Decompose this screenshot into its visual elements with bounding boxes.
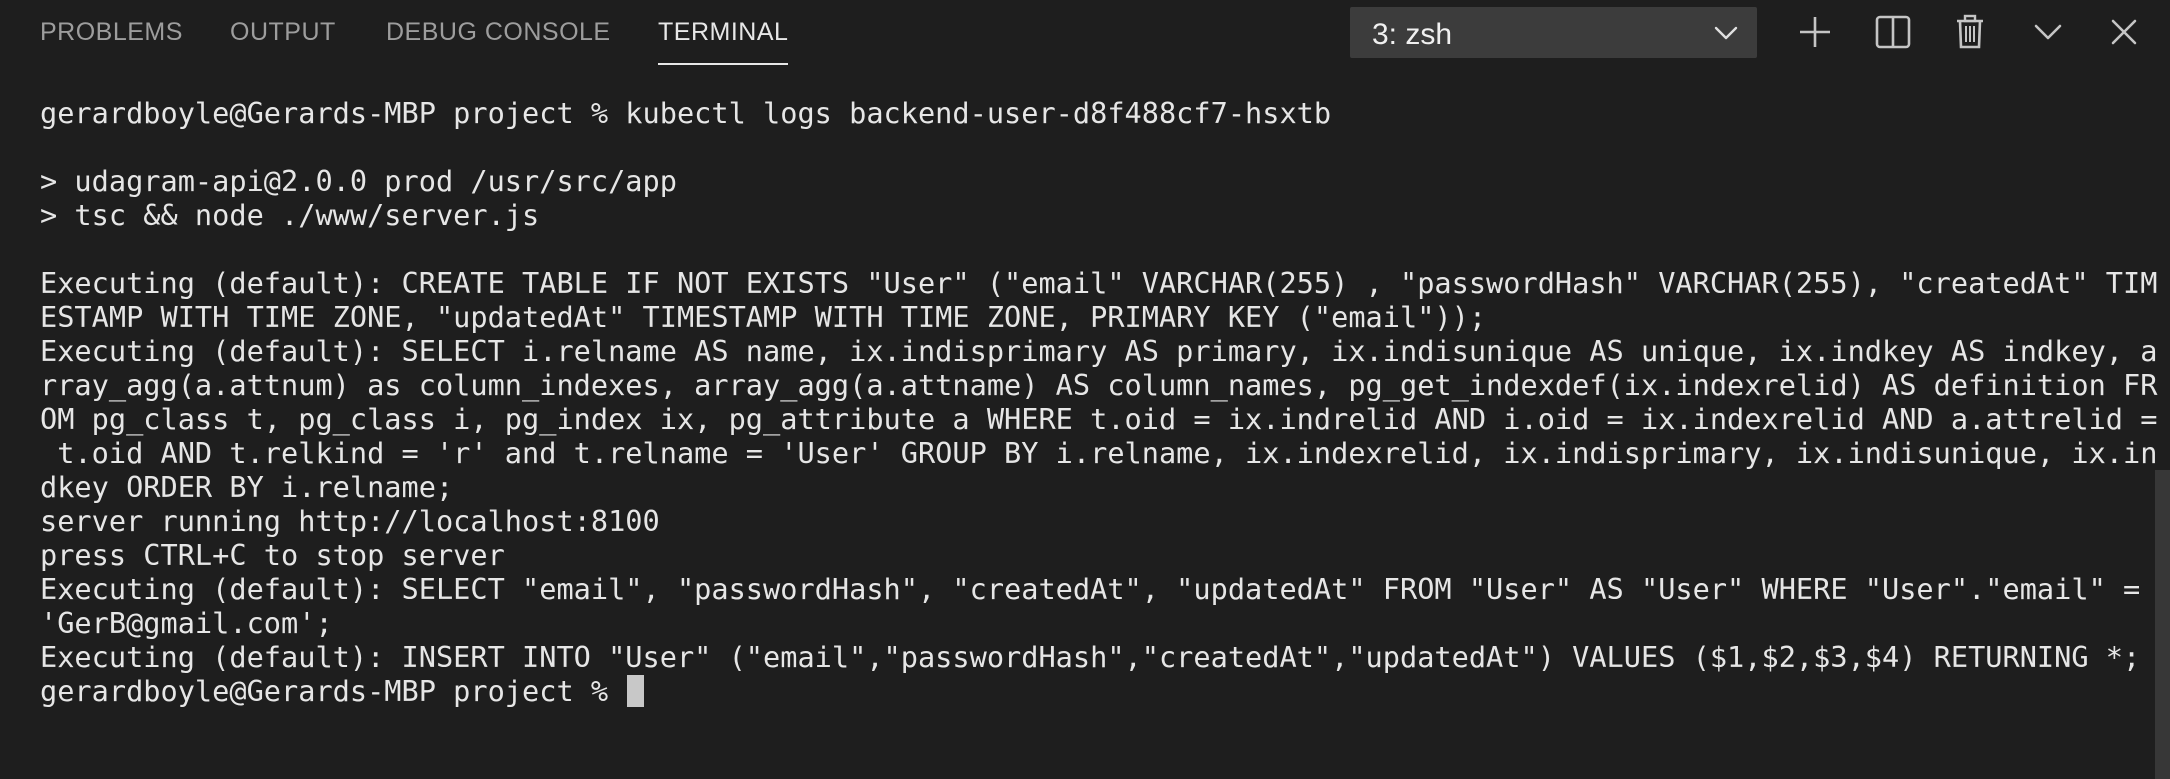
close-icon: [2111, 19, 2137, 45]
plus-icon: [1800, 17, 1830, 47]
terminal-prompt-line[interactable]: gerardboyle@Gerards-MBP project %: [40, 674, 2140, 708]
kill-terminal-button[interactable]: [1950, 12, 1990, 52]
terminal-prompt: gerardboyle@Gerards-MBP project %: [40, 674, 626, 708]
tab-output[interactable]: OUTPUT: [230, 18, 336, 47]
new-terminal-button[interactable]: [1795, 12, 1835, 52]
terminal-cursor: [627, 675, 645, 707]
terminal-line: > udagram-api@2.0.0 prod /usr/src/app: [40, 164, 677, 198]
terminal-line: rray_agg(a.attnum) as column_indexes, ar…: [40, 368, 2158, 402]
terminal-line: press CTRL+C to stop server: [40, 538, 505, 572]
terminal-line: ESTAMP WITH TIME ZONE, "updatedAt" TIMES…: [40, 300, 1487, 334]
terminal-output[interactable]: gerardboyle@Gerards-MBP project % kubect…: [40, 96, 2158, 708]
terminal-line: server running http://localhost:8100: [40, 504, 660, 538]
terminal-line: 'GerB@gmail.com';: [40, 606, 333, 640]
terminal-instance-select[interactable]: 3: zsh: [1350, 7, 1757, 58]
terminal-line: dkey ORDER BY i.relname;: [40, 470, 454, 504]
terminal-line: Executing (default): CREATE TABLE IF NOT…: [40, 266, 2158, 300]
terminal-line: gerardboyle@Gerards-MBP project % kubect…: [40, 96, 1332, 130]
terminal-line: > tsc && node ./www/server.js: [40, 198, 540, 232]
panel-tab-bar: PROBLEMS OUTPUT DEBUG CONSOLE TERMINAL 3…: [0, 0, 2170, 66]
split-terminal-button[interactable]: [1873, 12, 1913, 52]
chevron-down-icon: [2034, 24, 2062, 40]
trash-icon: [1957, 14, 1983, 49]
terminal-line: t.oid AND t.relkind = 'r' and t.relname …: [40, 436, 2158, 470]
terminal-scrollbar[interactable]: [2155, 470, 2170, 779]
terminal-line: OM pg_class t, pg_class i, pg_index ix, …: [40, 402, 2158, 436]
chevron-down-icon: [1711, 19, 1741, 47]
close-panel-button[interactable]: [2104, 12, 2144, 52]
maximize-panel-button[interactable]: [2028, 12, 2068, 52]
terminal-line: Executing (default): SELECT i.relname AS…: [40, 334, 2158, 368]
terminal-panel: PROBLEMS OUTPUT DEBUG CONSOLE TERMINAL 3…: [0, 0, 2170, 779]
tab-terminal[interactable]: TERMINAL: [658, 18, 789, 65]
tab-problems[interactable]: PROBLEMS: [40, 18, 183, 47]
tab-debug-console[interactable]: DEBUG CONSOLE: [386, 18, 611, 47]
split-icon: [1875, 15, 1911, 49]
terminal-instance-label: 3: zsh: [1372, 18, 1453, 51]
terminal-line: Executing (default): INSERT INTO "User" …: [40, 640, 2141, 674]
terminal-line: Executing (default): SELECT "email", "pa…: [40, 572, 2141, 606]
